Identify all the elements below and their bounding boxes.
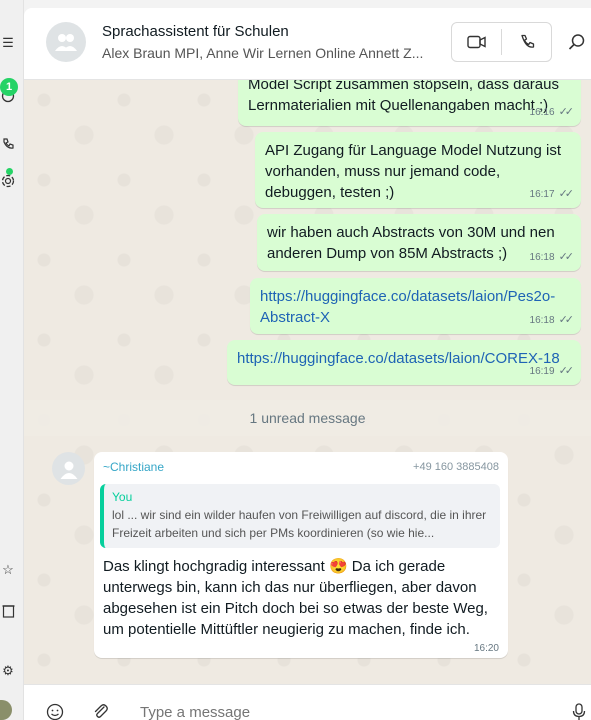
message-meta: 16:18 ✓✓	[529, 310, 575, 331]
search-button[interactable]	[568, 33, 588, 53]
chat-participants[interactable]: Alex Braun MPI, Anne Wir Lernen Online A…	[102, 45, 447, 61]
message-meta: 16:19 ✓✓	[529, 361, 575, 382]
voice-message-button[interactable]	[572, 703, 591, 720]
message-time: 16:20	[473, 643, 499, 654]
message-outgoing[interactable]: wir haben auch Abstracts von 30M und nen…	[257, 214, 581, 271]
message-meta: 16:18 ✓✓	[529, 247, 575, 268]
emoji-button[interactable]	[46, 703, 66, 720]
quote-author: You	[112, 490, 133, 504]
message-outgoing[interactable]: API Zugang für Language Model Nutzung is…	[255, 132, 581, 208]
call-button-group	[451, 22, 552, 62]
left-rail: ☰ 1 ☆ ⚙	[0, 0, 24, 720]
unread-divider: 1 unread message	[24, 400, 591, 436]
message-outgoing[interactable]: Model Script zusammen stöpseln, dass dar…	[238, 80, 581, 126]
video-icon	[466, 35, 486, 49]
unread-badge: 1	[0, 78, 18, 96]
profile-avatar[interactable]	[0, 700, 12, 720]
message-incoming[interactable]: ~Christiane +49 160 3885408 You lol ... …	[94, 452, 508, 658]
message-time: 16:16	[529, 107, 555, 118]
settings-icon[interactable]: ⚙	[0, 663, 16, 679]
read-ticks-icon: ✓✓	[558, 106, 575, 118]
quoted-message[interactable]: You lol ... wir sind ein wilder haufen v…	[100, 484, 500, 548]
read-ticks-icon: ✓✓	[558, 314, 575, 326]
search-icon	[568, 34, 585, 50]
message-time: 16:17	[529, 189, 555, 200]
message-list[interactable]: Model Script zusammen stöpseln, dass dar…	[24, 80, 591, 684]
emoji-icon	[46, 703, 64, 720]
video-call-button[interactable]	[452, 23, 501, 61]
chat-title[interactable]: Sprachassistent für Schulen	[102, 23, 289, 40]
message-outgoing[interactable]: https://huggingface.co/datasets/laion/CO…	[227, 340, 581, 385]
starred-icon[interactable]: ☆	[0, 562, 16, 578]
read-ticks-icon: ✓✓	[558, 188, 575, 200]
voice-call-button[interactable]	[502, 23, 551, 61]
paperclip-icon	[94, 704, 108, 718]
read-ticks-icon: ✓✓	[558, 365, 575, 377]
message-composer	[24, 684, 591, 720]
message-meta: 16:16 ✓✓	[529, 102, 575, 123]
status-indicator	[6, 168, 13, 175]
phone-icon	[520, 34, 534, 48]
message-meta: 16:17 ✓✓	[529, 184, 575, 205]
message-time: 16:18	[529, 315, 555, 326]
sender-phone: +49 160 3885408	[413, 461, 499, 473]
sender-name[interactable]: ~Christiane	[103, 460, 164, 474]
message-link[interactable]: https://huggingface.co/datasets/laion/CO…	[227, 340, 581, 369]
microphone-icon	[572, 703, 586, 720]
message-time: 16:19	[529, 366, 555, 377]
message-outgoing[interactable]: https://huggingface.co/datasets/laion/Pe…	[250, 278, 581, 334]
message-time: 16:18	[529, 252, 555, 263]
status-icon[interactable]	[0, 173, 16, 189]
calls-icon[interactable]	[0, 136, 16, 152]
group-avatar[interactable]	[46, 22, 86, 62]
quote-text: lol ... wir sind ein wilder haufen von F…	[112, 508, 487, 540]
read-ticks-icon: ✓✓	[558, 251, 575, 263]
attach-button[interactable]	[92, 703, 112, 720]
sender-avatar[interactable]	[52, 452, 85, 485]
menu-icon[interactable]: ☰	[0, 35, 16, 51]
message-input[interactable]	[140, 704, 540, 720]
chat-header[interactable]: Sprachassistent für Schulen Alex Braun M…	[24, 8, 591, 80]
archive-icon[interactable]	[0, 603, 16, 619]
message-text: Das klingt hochgradig interessant 😍 Da i…	[103, 558, 488, 638]
